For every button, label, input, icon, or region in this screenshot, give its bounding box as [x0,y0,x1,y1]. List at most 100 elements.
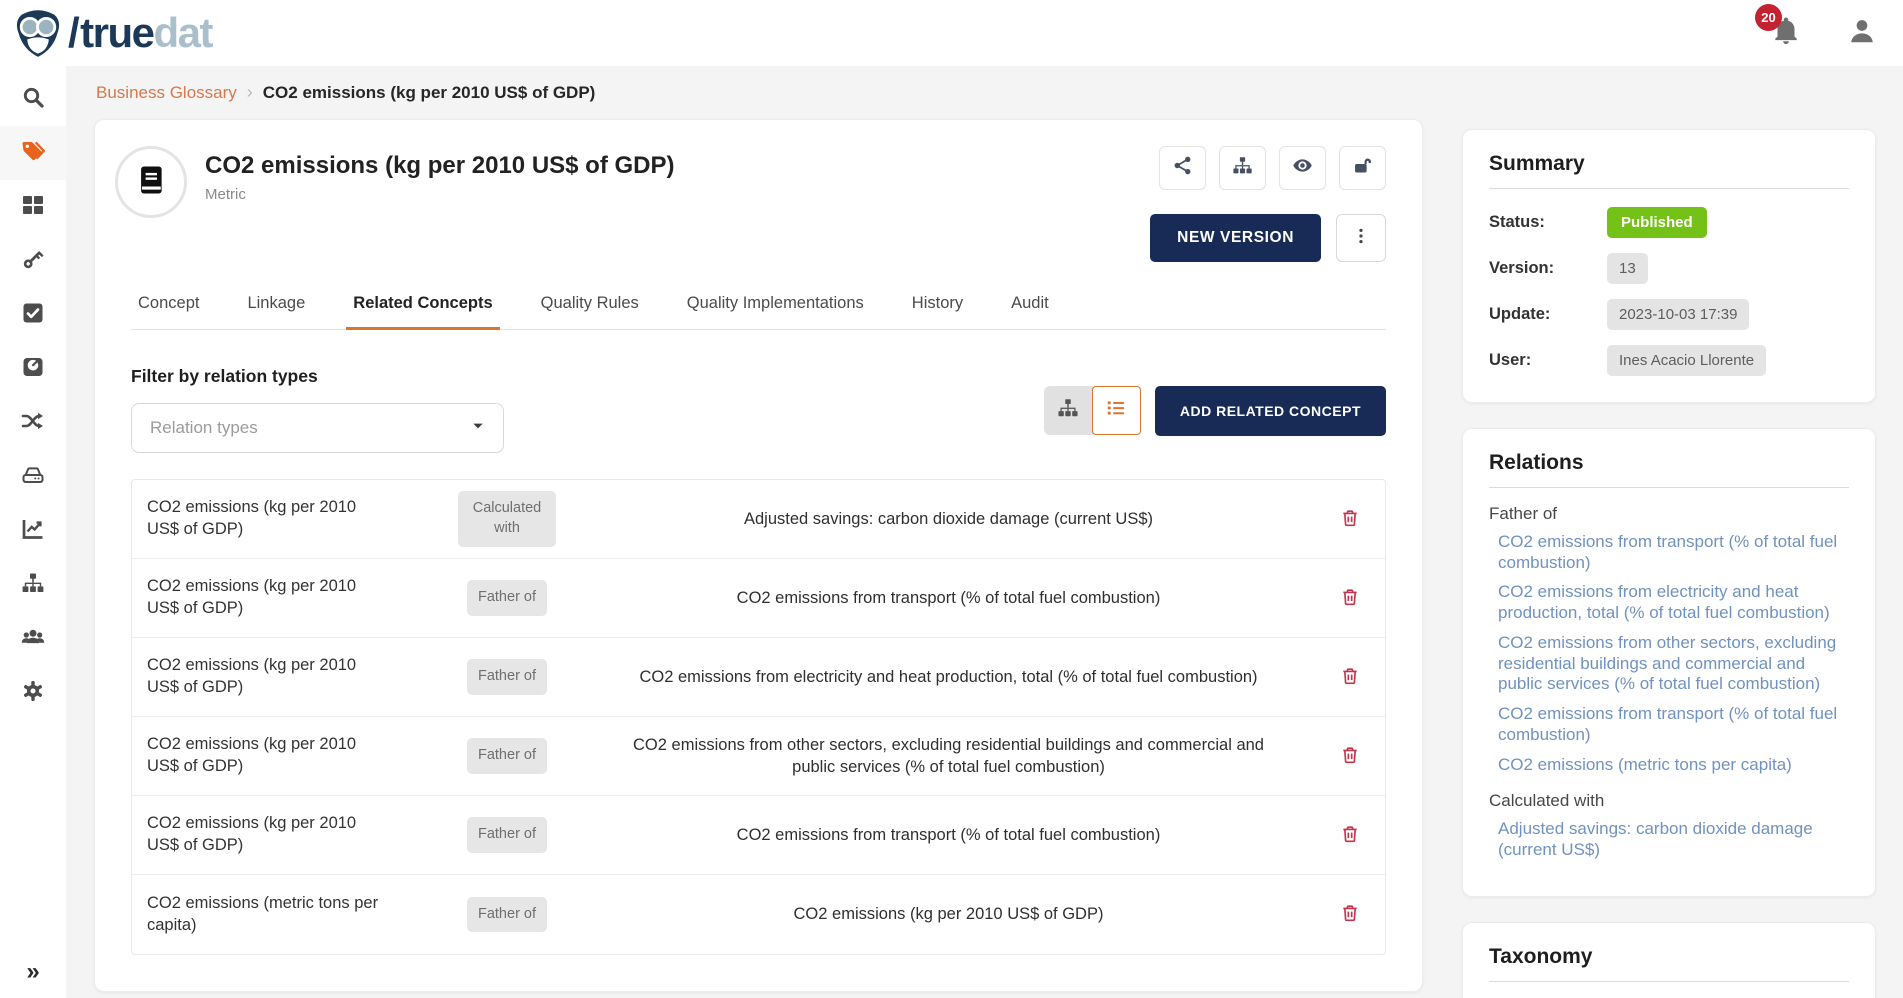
share-icon [1172,155,1193,181]
sidebar-item-analytics[interactable] [0,504,66,558]
grid-icon [21,193,45,222]
tab-history[interactable]: History [905,282,970,330]
sidebar-item-data-sources[interactable] [0,450,66,504]
table-row: CO2 emissions (kg per 2010 US$ of GDP) F… [132,638,1385,717]
tab-related-concepts[interactable]: Related Concepts [346,282,499,330]
tab-quality-rules[interactable]: Quality Rules [534,282,646,330]
concept-tabs: Concept Linkage Related Concepts Quality… [131,282,1386,330]
watch-button[interactable] [1279,146,1326,190]
owl-logo-icon [12,7,64,59]
summary-title: Summary [1489,152,1849,189]
sitemap-icon [1057,397,1079,424]
relation-target: CO2 emissions from other sectors, exclud… [582,734,1315,779]
sidebar-item-dashboards[interactable] [0,342,66,396]
tab-linkage[interactable]: Linkage [240,282,312,330]
table-row: CO2 emissions (kg per 2010 US$ of GDP) F… [132,796,1385,875]
delete-relation-button[interactable] [1340,665,1360,690]
relation-link[interactable]: CO2 emissions from electricity and heat … [1498,582,1849,623]
delete-relation-button[interactable] [1340,902,1360,927]
relation-link[interactable]: CO2 emissions from transport (% of total… [1498,532,1849,573]
unlock-icon [1352,155,1373,181]
lock-button[interactable] [1339,146,1386,190]
list-icon [1105,397,1127,424]
relation-target: Adjusted savings: carbon dioxide damage … [582,508,1315,530]
relation-type-badge: Calculated with [458,491,556,546]
relations-title: Relations [1489,451,1849,488]
sidebar-item-settings[interactable] [0,666,66,720]
check-square-icon [21,301,45,330]
left-sidebar: » [0,66,66,998]
trash-icon [1340,596,1360,611]
trash-icon [1340,912,1360,927]
relation-types-select[interactable]: Relation types [131,403,504,453]
trash-icon [1340,675,1360,690]
concept-card: CO2 emissions (kg per 2010 US$ of GDP) M… [94,119,1423,992]
relations-panel: Relations Father of CO2 emissions from t… [1462,428,1876,897]
view-toggle-tree[interactable] [1044,386,1093,435]
view-toggle-list[interactable] [1092,386,1141,435]
relation-link[interactable]: Adjusted savings: carbon dioxide damage … [1498,819,1849,860]
taxonomy-title: Taxonomy [1489,945,1849,982]
sidebar-item-modules[interactable] [0,180,66,234]
tab-concept[interactable]: Concept [131,282,206,330]
user-menu-button[interactable] [1847,16,1877,51]
relation-source: CO2 emissions (kg per 2010 US$ of GDP) [132,734,432,778]
sidebar-item-permissions[interactable] [0,234,66,288]
trash-icon [1340,833,1360,848]
notification-count-badge: 20 [1755,4,1782,31]
breadcrumb-business-glossary[interactable]: Business Glossary [96,83,237,103]
related-concepts-table: CO2 emissions (kg per 2010 US$ of GDP) C… [131,479,1386,955]
sidebar-item-search[interactable] [0,72,66,126]
truedat-logo[interactable]: /truedat [12,7,212,59]
relation-link[interactable]: CO2 emissions from other sectors, exclud… [1498,633,1849,695]
relation-type-badge: Father of [467,897,547,933]
trash-icon [1340,754,1360,769]
status-label: Status: [1489,213,1607,232]
sidebar-item-lineage[interactable] [0,396,66,450]
more-options-button[interactable] [1336,214,1386,262]
version-label: Version: [1489,259,1607,278]
sidebar-item-glossary[interactable] [0,126,66,180]
tags-icon [21,139,45,168]
sidebar-expand-button[interactable]: » [0,952,66,992]
delete-relation-button[interactable] [1340,507,1360,532]
sitemap-icon [1232,155,1253,181]
share-button[interactable] [1159,146,1206,190]
sidebar-item-user-groups[interactable] [0,612,66,666]
table-row: CO2 emissions (kg per 2010 US$ of GDP) F… [132,717,1385,796]
breadcrumb-current: CO2 emissions (kg per 2010 US$ of GDP) [263,83,596,103]
delete-relation-button[interactable] [1340,586,1360,611]
user-icon [1847,33,1877,50]
concept-avatar [115,146,187,218]
new-version-button[interactable]: NEW VERSION [1150,214,1321,262]
delete-relation-button[interactable] [1340,823,1360,848]
kebab-icon [1352,227,1370,250]
tree-view-button[interactable] [1219,146,1266,190]
relation-link[interactable]: CO2 emissions (metric tons per capita) [1498,755,1849,776]
relation-target: CO2 emissions (kg per 2010 US$ of GDP) [582,903,1315,925]
filter-label: Filter by relation types [131,366,504,387]
right-sidebar: Summary Status: Published Version: 13 Up… [1462,129,1876,998]
relation-target: CO2 emissions from electricity and heat … [582,666,1315,688]
notifications-button[interactable]: 20 [1771,16,1801,51]
search-icon [21,85,45,114]
user-label: User: [1489,351,1607,370]
father-of-label: Father of [1489,504,1849,524]
gauge-icon [21,355,45,384]
sidebar-item-structures[interactable] [0,558,66,612]
sidebar-item-quality[interactable] [0,288,66,342]
relation-source: CO2 emissions (kg per 2010 US$ of GDP) [132,813,432,857]
delete-relation-button[interactable] [1340,744,1360,769]
relation-type-badge: Father of [467,659,547,695]
version-badge: 13 [1607,253,1648,284]
tab-audit[interactable]: Audit [1004,282,1056,330]
hard-drive-icon [21,463,45,492]
tab-quality-implementations[interactable]: Quality Implementations [680,282,871,330]
relation-link[interactable]: CO2 emissions from transport (% of total… [1498,704,1849,745]
relation-type-badge: Father of [467,817,547,853]
book-icon [134,163,168,202]
relation-source: CO2 emissions (metric tons per capita) [132,893,432,937]
bell-icon [1771,33,1801,50]
relation-type-badge: Father of [467,580,547,616]
add-related-concept-button[interactable]: ADD RELATED CONCEPT [1155,386,1386,436]
